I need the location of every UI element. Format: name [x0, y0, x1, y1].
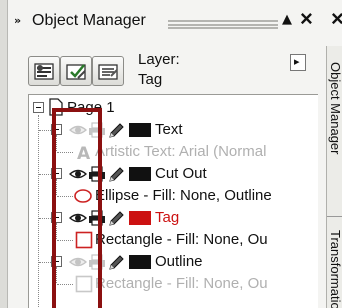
docker-tab-strip: Object Manager Transformations	[326, 46, 342, 308]
tab-separator	[327, 216, 342, 217]
layer-name: Tag	[155, 209, 180, 226]
editable-toggle-pencil-icon[interactable]	[107, 253, 125, 271]
object-name: Rectangle - Fill: None, Ou	[95, 275, 268, 292]
tab-object-manager[interactable]: Object Manager	[327, 62, 342, 155]
layer-name: Outline	[155, 253, 203, 270]
docker-grip-icon[interactable]: »	[14, 14, 21, 27]
show-object-properties-button[interactable]	[28, 56, 60, 86]
close-docker-group-button[interactable]: ×	[331, 6, 342, 32]
docker-title-bar[interactable]: » Object Manager ▲ × ×	[8, 0, 342, 46]
editable-toggle-pencil-icon[interactable]	[107, 209, 125, 227]
docker-title: Object Manager	[32, 12, 146, 29]
layer-toggles-highlight-box	[52, 108, 102, 308]
object-manager-docker: » Object Manager ▲ × × Layer: Tag ▸ Page…	[0, 0, 342, 308]
layer-color-swatch	[129, 255, 151, 269]
show-object-properties-icon	[34, 63, 54, 80]
edit-across-layers-icon	[66, 64, 86, 80]
tab-transformations[interactable]: Transformations	[327, 230, 342, 308]
object-name: Rectangle - Fill: None, Ou	[95, 231, 268, 248]
object-manager-toolbar: Layer: Tag ▸	[8, 46, 326, 100]
layer-name: Text	[155, 121, 183, 138]
active-layer-label: Layer:	[138, 51, 180, 68]
flyout-arrow-icon: ▸	[294, 55, 300, 68]
layer-manager-view-icon	[98, 64, 118, 80]
object-name: Artistic Text: Arial (Normal	[95, 143, 267, 160]
layer-color-swatch	[129, 167, 151, 181]
collapse-docker-button[interactable]: ▲	[282, 12, 292, 27]
edit-across-layers-button[interactable]	[60, 56, 92, 86]
tree-connector	[39, 130, 51, 131]
active-layer-value: Tag	[138, 71, 163, 88]
layer-color-swatch	[129, 123, 151, 137]
editable-toggle-pencil-icon[interactable]	[107, 121, 125, 139]
title-bar-drag-lines[interactable]	[168, 20, 278, 29]
layer-name: Cut Out	[155, 165, 207, 182]
tree-connector	[39, 218, 51, 219]
close-docker-button[interactable]: ×	[300, 6, 313, 32]
layer-color-swatch	[129, 211, 151, 225]
editable-toggle-pencil-icon[interactable]	[107, 165, 125, 183]
docker-left-edge	[0, 0, 8, 308]
layer-manager-view-button[interactable]	[92, 56, 124, 86]
object-name: Ellipse - Fill: None, Outline	[95, 187, 272, 204]
docker-options-menu-button[interactable]: ▸	[290, 54, 306, 71]
tree-connector	[39, 174, 51, 175]
collapse-page-toggle[interactable]	[33, 102, 44, 113]
tree-connector	[39, 262, 51, 263]
